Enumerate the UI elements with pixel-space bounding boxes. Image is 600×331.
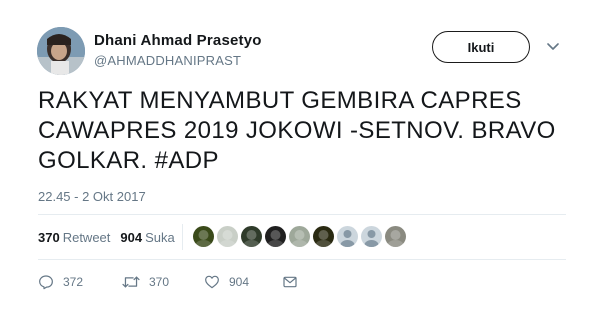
liker-avatar-3[interactable] (241, 226, 262, 247)
tweet-text-line: GOLKAR. #ADP (38, 147, 219, 174)
envelope-icon (283, 276, 297, 288)
liker-avatar-2[interactable] (217, 226, 238, 247)
tweet-text: RAKYAT MENYAMBUT GEMBIRA CAPRES CAWAPRES… (38, 86, 578, 176)
more-options-chevron-down-icon[interactable] (545, 40, 561, 54)
like-stat-label: Suka (145, 230, 175, 245)
divider (38, 214, 566, 215)
reply-icon (39, 275, 53, 290)
liker-avatar-6[interactable] (313, 226, 334, 247)
retweet-stat[interactable]: 370 Retweet (38, 230, 110, 245)
user-display-name[interactable]: Dhani Ahmad Prasetyo (94, 32, 262, 49)
liker-avatar-7[interactable] (337, 226, 358, 247)
follow-button[interactable]: Ikuti (432, 31, 530, 63)
retweet-stat-label: Retweet (62, 230, 111, 245)
tweet-text-line: CAWAPRES 2019 JOKOWI -SETNOV. BRAVO (38, 117, 556, 144)
like-count: 904 (229, 275, 250, 289)
reply-count: 372 (63, 275, 84, 289)
liker-avatar-4[interactable] (265, 226, 286, 247)
retweet-action[interactable]: 370 (122, 274, 204, 290)
liker-avatar-5[interactable] (289, 226, 310, 247)
retweet-icon (122, 276, 140, 288)
divider (38, 259, 566, 260)
like-stat[interactable]: 904 Suka (120, 230, 174, 245)
stats-separator (182, 224, 183, 250)
liker-avatar-1[interactable] (193, 226, 214, 247)
liker-avatars (193, 226, 406, 247)
avatar[interactable] (37, 27, 85, 75)
user-handle[interactable]: @AHMADDHANIPRAST (94, 53, 241, 68)
reply-action[interactable]: 372 (38, 274, 122, 290)
heart-icon (205, 275, 219, 289)
retweet-stat-count: 370 (38, 230, 60, 245)
profile-photo-icon (37, 27, 85, 75)
liker-avatar-8[interactable] (361, 226, 382, 247)
like-stat-count: 904 (120, 230, 143, 245)
tweet-timestamp[interactable]: 22.45 - 2 Okt 2017 (38, 189, 146, 204)
action-bar: 372 370 904 (38, 274, 298, 290)
like-action[interactable]: 904 (204, 274, 282, 290)
direct-message-action[interactable] (282, 274, 298, 290)
tweet-text-line: RAKYAT MENYAMBUT GEMBIRA CAPRES (38, 87, 522, 114)
liker-avatar-9[interactable] (385, 226, 406, 247)
retweet-count: 370 (149, 275, 170, 289)
tweet-card: Dhani Ahmad Prasetyo @AHMADDHANIPRAST Ik… (0, 0, 600, 331)
engagement-stats: 370 Retweet 904 Suka (38, 230, 175, 245)
